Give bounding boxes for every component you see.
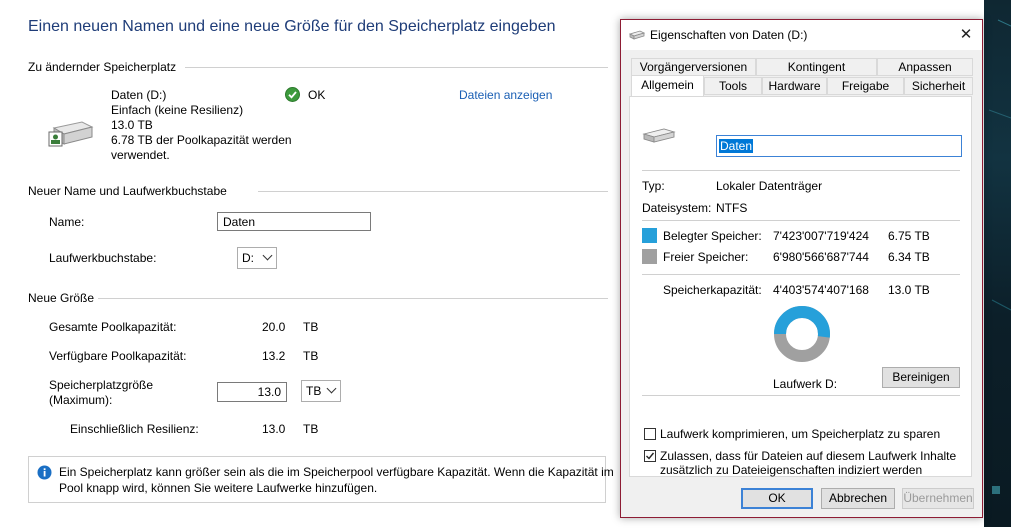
index-checkbox[interactable] [644,450,656,462]
usage-donut-chart [773,305,831,363]
panel-divider [642,220,960,221]
section-divider [98,298,608,299]
section-heading-name: Neuer Name und Laufwerkbuchstabe [28,184,227,198]
tab-sicherheit[interactable]: Sicherheit [904,77,973,95]
space-size-label: Speicherplatzgröße [49,378,154,392]
available-capacity-value: 13.2 [262,349,286,363]
drive-large-icon [642,126,676,146]
total-capacity-value: 20.0 [262,320,286,334]
capacity-size: 13.0 TB [888,283,930,297]
free-space-label: Freier Speicher: [663,250,749,264]
size-unit-value: TB [306,384,322,398]
properties-dialog: Eigenschaften von Daten (D:) ✕ Vorgänger… [620,19,983,518]
info-box: Ein Speicherplatz kann größer sein als d… [28,456,614,503]
tab-vorgaengerversionen[interactable]: Vorgängerversionen [631,58,756,76]
info-text-line2: Pool knapp wird, können Sie weitere Lauf… [59,481,378,495]
drive-usage-cont: verwendet. [111,148,170,162]
drive-letter-label: Laufwerkbuchstabe: [49,251,157,265]
total-capacity-label: Gesamte Poolkapazität: [49,320,177,334]
drive-type: Einfach (keine Resilienz) [111,103,244,117]
available-capacity-unit: TB [303,349,319,363]
type-label: Typ: [642,179,665,193]
tab-hardware[interactable]: Hardware [762,77,827,95]
tab-panel-general: Daten Typ: Lokaler Datenträger Dateisyst… [629,96,972,477]
close-icon[interactable]: ✕ [955,25,977,45]
compress-label: Laufwerk komprimieren, um Speicherplatz … [660,427,941,441]
info-text-line1: Ein Speicherplatz kann größer sein als d… [59,465,614,479]
compress-checkbox[interactable] [644,428,656,440]
space-size-label-cont: (Maximum): [49,393,113,407]
filesystem-label: Dateisystem: [642,201,712,215]
size-unit-dropdown[interactable]: TB [301,380,341,402]
index-label-line2: zusätzlich zu Dateieigenschaften indizie… [660,463,923,477]
desktop-background [984,0,1011,527]
free-space-bytes: 6'980'566'687'744 [773,250,869,264]
show-files-link[interactable]: Dateien anzeigen [459,88,552,102]
drive-letter-dropdown[interactable]: D: [237,247,277,269]
status-text: OK [308,88,326,102]
dialog-title: Eigenschaften von Daten (D:) [650,28,808,42]
tab-kontingent[interactable]: Kontingent [756,58,877,76]
section-heading-size: Neue Größe [28,291,95,305]
panel-divider [642,170,960,171]
drive-small-icon [628,29,646,41]
drive-caption: Laufwerk D: [773,377,838,391]
drive-usage: 6.78 TB der Poolkapazität werden [111,133,292,147]
used-space-bytes: 7'423'007'719'424 [773,229,869,243]
apply-button[interactable]: Übernehmen [902,488,974,509]
drive-letter-value: D: [242,251,254,265]
free-space-swatch [642,249,657,264]
resilience-unit: TB [303,422,319,436]
drive-name: Daten (D:) [111,88,167,102]
tab-anpassen[interactable]: Anpassen [877,58,973,76]
used-space-size: 6.75 TB [888,229,930,243]
ok-check-icon [285,87,300,102]
available-capacity-label: Verfügbare Poolkapazität: [49,349,187,363]
panel-divider [642,274,960,275]
filesystem-value: NTFS [716,201,748,215]
used-space-swatch [642,228,657,243]
section-divider [185,67,608,68]
capacity-bytes: 4'403'574'407'168 [773,283,869,297]
total-capacity-unit: TB [303,320,319,334]
ok-button[interactable]: OK [741,488,813,509]
free-space-size: 6.34 TB [888,250,930,264]
used-space-label: Belegter Speicher: [663,229,762,243]
chevron-down-icon [326,383,337,394]
tab-tools[interactable]: Tools [704,77,762,95]
info-icon [37,465,52,480]
name-input[interactable] [217,212,371,231]
cleanup-button[interactable]: Bereinigen [882,367,960,388]
tab-freigabe[interactable]: Freigabe [827,77,904,95]
index-label-line1: Zulassen, dass für Dateien auf diesem La… [660,449,957,463]
cancel-button[interactable]: Abbrechen [821,488,895,509]
resilience-label: Einschließlich Resilienz: [70,422,199,436]
storage-space-drive-icon [48,118,94,150]
resilience-value: 13.0 [262,422,286,436]
volume-name-selected-text: Daten [719,139,754,153]
drive-size: 13.0 TB [111,118,153,132]
section-divider [258,191,608,192]
dialog-titlebar[interactable]: Eigenschaften von Daten (D:) ✕ [621,20,982,50]
tab-allgemein[interactable]: Allgemein [631,75,704,96]
space-size-input[interactable] [217,382,287,402]
capacity-label: Speicherkapazität: [663,283,762,297]
panel-divider [642,395,960,396]
volume-name-input[interactable]: Daten [716,135,962,157]
chevron-down-icon [262,250,273,261]
name-label: Name: [49,215,85,229]
section-heading-storage: Zu ändernder Speicherplatz [28,60,177,74]
page-title: Einen neuen Namen und eine neue Größe fü… [28,18,556,35]
type-value: Lokaler Datenträger [716,179,823,193]
